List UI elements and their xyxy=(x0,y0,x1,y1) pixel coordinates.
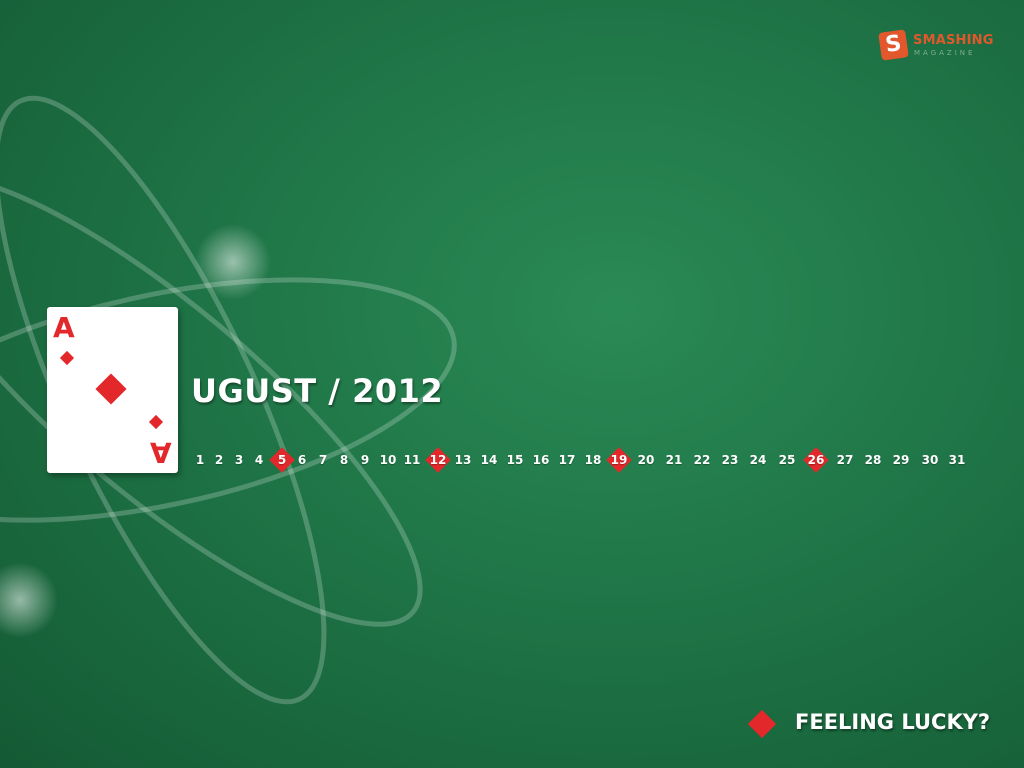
calendar-day: 20 xyxy=(637,453,655,467)
diamond-icon xyxy=(59,350,75,366)
calendar-day: 23 xyxy=(721,453,739,467)
calendar-day: 15 xyxy=(506,453,524,467)
orbit-glow xyxy=(0,562,58,638)
diamond-icon xyxy=(95,373,127,405)
orbit-glow xyxy=(195,224,271,300)
tagline: FEELING LUCKY? xyxy=(747,708,991,742)
calendar-day: 13 xyxy=(454,453,472,467)
month-title: UGUST / 2012 xyxy=(191,372,444,410)
logo-mark: S xyxy=(878,29,909,61)
calendar-day: 30 xyxy=(921,453,939,467)
calendar-day: 22 xyxy=(693,453,711,467)
calendar-day: 11 xyxy=(403,453,421,467)
tagline-text: FEELING LUCKY? xyxy=(795,710,991,734)
calendar-day: 27 xyxy=(836,453,854,467)
calendar-day: 14 xyxy=(480,453,498,467)
calendar-day: 26 xyxy=(803,448,829,472)
calendar-day: 12 xyxy=(425,448,451,472)
diamond-icon xyxy=(148,414,164,430)
calendar-day: 5 xyxy=(269,448,295,472)
diamond-icon xyxy=(747,709,777,739)
calendar-days-row: 1 2 3 4 5 6 7 8 9 10 11 12 13 14 15 16 17 18 19 20 21 22 23 24 2… xyxy=(0,448,1024,472)
calendar-day: 10 xyxy=(379,453,397,467)
calendar-day: 16 xyxy=(532,453,550,467)
card-rank-top: A xyxy=(53,311,75,344)
calendar-day: 18 xyxy=(584,453,602,467)
calendar-day: 29 xyxy=(892,453,910,467)
smashing-magazine-logo: S SMASHING MAGAZINE xyxy=(878,29,1000,62)
calendar-day: 19 xyxy=(606,448,632,472)
calendar-day: 24 xyxy=(749,453,767,467)
logo-subtitle: MAGAZINE xyxy=(914,49,976,57)
calendar-day: 31 xyxy=(948,453,966,467)
calendar-day: 17 xyxy=(558,453,576,467)
calendar-day: 21 xyxy=(665,453,683,467)
calendar-day: 28 xyxy=(864,453,882,467)
logo-name: SMASHING xyxy=(913,33,994,48)
calendar-day: 25 xyxy=(778,453,796,467)
